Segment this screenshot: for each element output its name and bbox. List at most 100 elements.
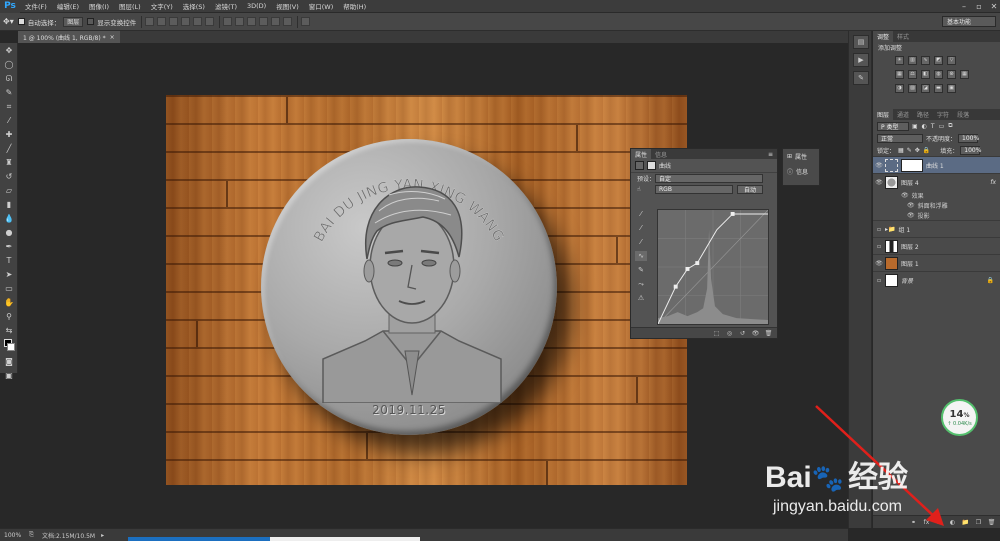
menu-help[interactable]: 帮助(H) bbox=[338, 1, 371, 11]
tab-character[interactable]: 字符 bbox=[933, 109, 953, 120]
auto-align-icon[interactable] bbox=[301, 17, 311, 26]
effect-eye-icon[interactable]: 👁 bbox=[907, 212, 915, 219]
lock-transparent-icon[interactable]: ▦ bbox=[898, 147, 904, 154]
workspace-dropdown[interactable]: 基本功能 bbox=[942, 16, 996, 27]
curves-graph[interactable] bbox=[657, 209, 769, 325]
menu-window[interactable]: 窗口(W) bbox=[304, 1, 339, 11]
tab-properties[interactable]: 属性 bbox=[631, 149, 652, 159]
channel-mixer-icon[interactable]: ⊛ bbox=[947, 69, 956, 79]
layer-row[interactable]: ▫ 图层 2 bbox=[873, 237, 1000, 254]
layer-row[interactable]: 👁 图层 1 bbox=[873, 254, 1000, 271]
curve-point[interactable] bbox=[730, 212, 735, 216]
lock-all-icon[interactable]: 🔒 bbox=[923, 147, 930, 154]
threshold-icon[interactable]: ◪ bbox=[921, 83, 930, 93]
gray-point-eyedropper-icon[interactable]: ⁄ bbox=[635, 223, 647, 233]
visibility-eye-icon[interactable]: ▫ bbox=[873, 243, 885, 250]
visibility-icon[interactable]: 👁 bbox=[751, 329, 760, 337]
curve-point[interactable] bbox=[685, 267, 690, 271]
curves-icon[interactable]: ∿ bbox=[921, 55, 930, 65]
gradient-map-icon[interactable]: ▬ bbox=[934, 83, 943, 93]
view-previous-icon[interactable]: ◎ bbox=[725, 329, 734, 337]
status-icon[interactable]: ⎘ bbox=[29, 531, 34, 539]
visibility-eye-icon[interactable]: 👁 bbox=[873, 162, 885, 169]
layer-mask-icon[interactable] bbox=[647, 161, 656, 170]
fill-field[interactable]: 100% bbox=[960, 145, 981, 155]
document-canvas[interactable]: BAI DU JING YAN XING WANG 2019.11.25 bbox=[166, 95, 687, 485]
align-hcenter-icon[interactable] bbox=[193, 17, 203, 26]
delete-icon[interactable]: 🗑 bbox=[764, 329, 773, 337]
tab-layers[interactable]: 图层 bbox=[873, 109, 894, 120]
document-info[interactable]: 文档:2.15M/10.5M bbox=[42, 531, 95, 540]
preset-dropdown[interactable]: 自定 bbox=[655, 174, 764, 183]
menu-view[interactable]: 视图(V) bbox=[271, 1, 304, 11]
auto-button[interactable]: 自动 bbox=[737, 185, 763, 194]
history-brush-icon[interactable]: ↺ bbox=[2, 170, 16, 183]
menu-3d[interactable]: 3D(D) bbox=[242, 2, 271, 10]
brightness-icon[interactable]: ☀ bbox=[895, 55, 904, 65]
marquee-tool-icon[interactable]: ◯ bbox=[2, 58, 16, 71]
history-panel-icon[interactable]: ▤ bbox=[853, 35, 869, 49]
photo-filter-icon[interactable]: ◍ bbox=[934, 69, 943, 79]
vibrance-icon[interactable]: ▽ bbox=[947, 55, 956, 65]
clipping-warning-icon[interactable]: ⚠ bbox=[635, 293, 647, 303]
layer-mask-thumb[interactable] bbox=[901, 158, 923, 172]
auto-select-checkbox[interactable] bbox=[17, 18, 25, 25]
distribute-left-icon[interactable] bbox=[259, 17, 269, 26]
tab-adjustments[interactable]: 调整 bbox=[873, 31, 894, 42]
black-point-eyedropper-icon[interactable]: ⁄ bbox=[635, 209, 647, 219]
layer-kind-filter[interactable]: P 类型 bbox=[877, 121, 909, 131]
dodge-tool-icon[interactable]: ● bbox=[2, 226, 16, 239]
menu-file[interactable]: 文件(F) bbox=[20, 1, 52, 11]
posterize-icon[interactable]: ▨ bbox=[908, 83, 917, 93]
effect-eye-icon[interactable]: 👁 bbox=[901, 192, 909, 199]
quick-select-tool-icon[interactable]: ✎ bbox=[2, 86, 16, 99]
filter-smart-icon[interactable]: ⧉ bbox=[948, 122, 952, 130]
effect-row[interactable]: 👁 投影 bbox=[873, 210, 1000, 220]
lock-position-icon[interactable]: ✥ bbox=[915, 147, 920, 154]
black-white-icon[interactable]: ◧ bbox=[921, 69, 930, 79]
levels-icon[interactable]: ▥ bbox=[908, 55, 917, 65]
clip-to-layer-icon[interactable]: ⬚ bbox=[712, 329, 721, 337]
mini-properties-item[interactable]: ⊞ 属性 bbox=[783, 149, 819, 164]
tab-channels[interactable]: 通道 bbox=[893, 109, 913, 120]
layer-row[interactable]: ▫ ▸📁 组 1 bbox=[873, 220, 1000, 237]
menu-image[interactable]: 图像(I) bbox=[84, 1, 114, 11]
path-select-tool-icon[interactable]: ➤ bbox=[2, 268, 16, 281]
type-tool-icon[interactable]: T bbox=[2, 254, 16, 267]
hue-saturation-icon[interactable]: ▦ bbox=[895, 69, 904, 79]
eyedropper-tool-icon[interactable]: ⁄ bbox=[2, 114, 16, 127]
zoom-level[interactable]: 100% bbox=[4, 532, 21, 539]
effect-eye-icon[interactable]: 👁 bbox=[907, 202, 915, 209]
align-bottom-icon[interactable] bbox=[169, 17, 179, 26]
align-vcenter-icon[interactable] bbox=[157, 17, 167, 26]
zoom-tool-icon[interactable]: ⚲ bbox=[2, 310, 16, 323]
mini-info-item[interactable]: ⓘ 信息 bbox=[783, 164, 819, 179]
tab-close-icon[interactable]: × bbox=[110, 34, 115, 41]
smooth-curve-icon[interactable]: ⤳ bbox=[635, 279, 647, 289]
curve-point[interactable] bbox=[695, 261, 700, 266]
distribute-right-icon[interactable] bbox=[283, 17, 293, 26]
stamp-tool-icon[interactable]: ♜ bbox=[2, 156, 16, 169]
blend-mode-dropdown[interactable]: 正常 bbox=[877, 133, 923, 143]
swap-colors-icon[interactable]: ⇆ bbox=[2, 324, 16, 337]
filter-adjust-icon[interactable]: ◐ bbox=[922, 123, 927, 130]
menu-layer[interactable]: 图层(L) bbox=[114, 1, 146, 11]
lock-pixels-icon[interactable]: ✎ bbox=[907, 147, 912, 154]
shape-tool-icon[interactable]: ▭ bbox=[2, 282, 16, 295]
tab-info[interactable]: 信息 bbox=[651, 149, 671, 159]
tab-paths[interactable]: 路径 bbox=[913, 109, 933, 120]
align-left-icon[interactable] bbox=[181, 17, 191, 26]
blur-tool-icon[interactable]: 💧 bbox=[2, 212, 16, 225]
color-balance-icon[interactable]: ⚖ bbox=[908, 69, 917, 79]
quick-mask-icon[interactable]: ◙ bbox=[2, 355, 16, 368]
hand-adjust-icon[interactable]: ☝ bbox=[637, 186, 655, 193]
align-top-icon[interactable] bbox=[145, 17, 155, 26]
maximize-icon[interactable]: ▫ bbox=[973, 1, 985, 11]
auto-select-dropdown[interactable]: 图层 bbox=[63, 16, 84, 27]
pencil-draw-icon[interactable]: ✎ bbox=[635, 265, 647, 275]
tab-paragraph[interactable]: 段落 bbox=[953, 109, 973, 120]
hand-tool-icon[interactable]: ✋ bbox=[2, 296, 16, 309]
distribute-hcenter-icon[interactable] bbox=[271, 17, 281, 26]
eraser-tool-icon[interactable]: ▱ bbox=[2, 184, 16, 197]
minimize-icon[interactable]: – bbox=[958, 1, 970, 11]
